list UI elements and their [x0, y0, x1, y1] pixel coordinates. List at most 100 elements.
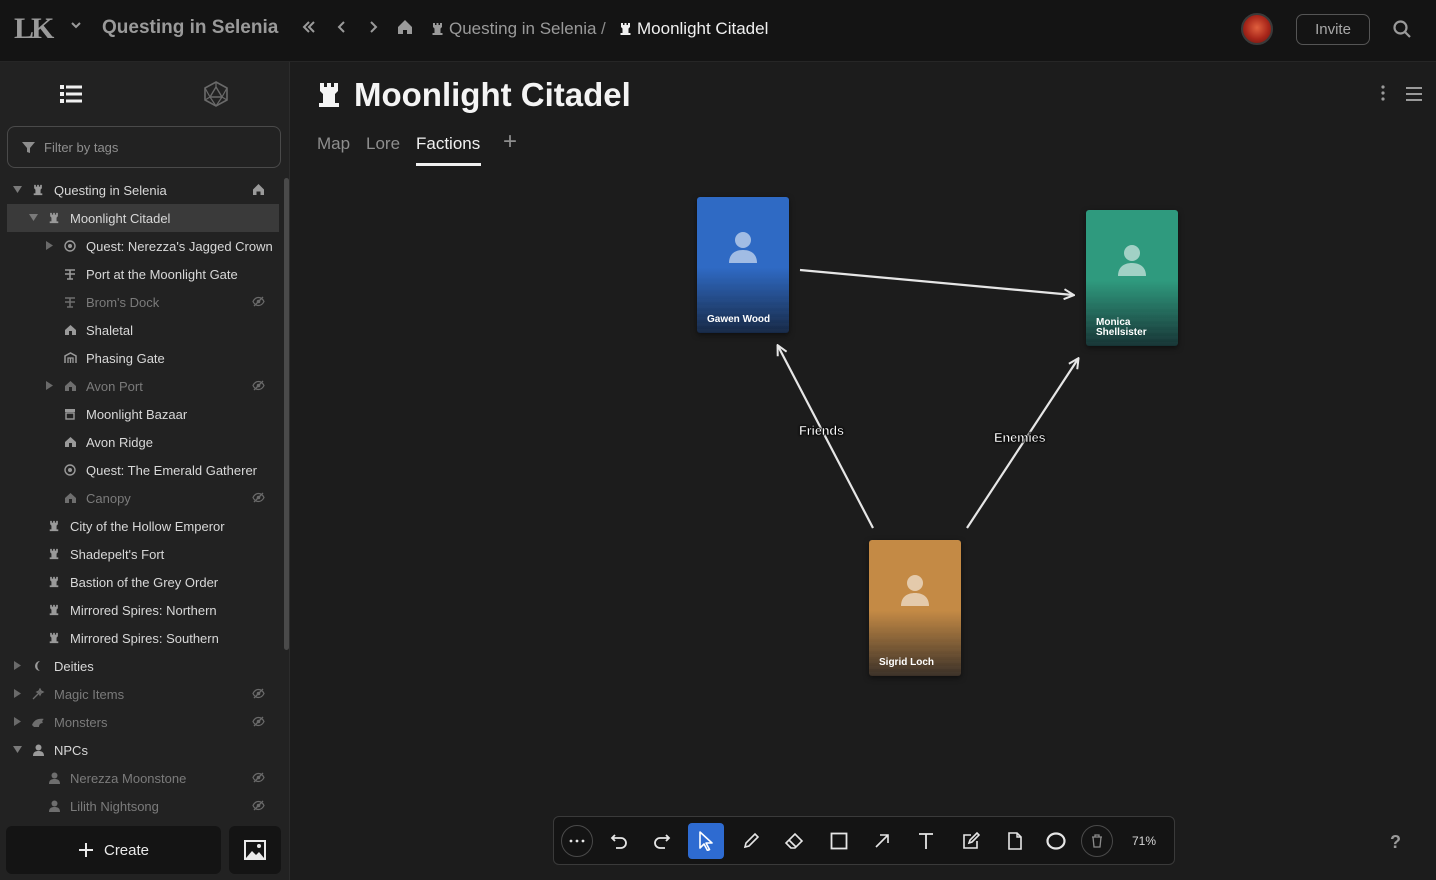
sidebar-item-monsters[interactable]: Monsters [0, 708, 283, 736]
tab-factions[interactable]: Factions [416, 134, 480, 154]
sidebar-item-mirrored-spires-southern[interactable]: Mirrored Spires: Southern [0, 624, 283, 652]
sidebar-item-magic-items[interactable]: Magic Items [0, 680, 283, 708]
sidebar-item-phasing-gate[interactable]: Phasing Gate [0, 344, 283, 372]
home-icon[interactable] [252, 183, 265, 199]
user-avatar[interactable] [1241, 13, 1273, 45]
sidebar-item-bastion-of-the-grey-order[interactable]: Bastion of the Grey Order [0, 568, 283, 596]
zoom-level[interactable]: 71% [1132, 834, 1156, 848]
sidebar-item-canopy[interactable]: Canopy [0, 484, 283, 512]
dice-icon[interactable] [203, 81, 229, 112]
sidebar-item-label: Moonlight Bazaar [86, 406, 188, 422]
breadcrumb-root[interactable]: Questing in Selenia [432, 19, 596, 39]
sidebar-item-nerezza-moonstone[interactable]: Nerezza Moonstone [0, 764, 283, 792]
caret-down-icon[interactable] [12, 745, 22, 755]
tower-icon [47, 519, 61, 533]
hidden-eye-icon[interactable] [252, 491, 265, 507]
edge-gawen-monica[interactable] [799, 268, 1073, 295]
forward-icon[interactable] [367, 18, 379, 43]
sidebar-item-label: Magic Items [54, 686, 125, 702]
app-logo[interactable]: LK [14, 14, 66, 44]
sidebar-item-label: Mirrored Spires: Southern [70, 630, 219, 646]
sidebar-item-city-of-the-hollow-emperor[interactable]: City of the Hollow Emperor [0, 512, 283, 540]
breadcrumb-current[interactable]: Moonlight Citadel [620, 19, 768, 39]
collapse-sidebar-icon[interactable] [300, 18, 318, 43]
eraser-icon[interactable] [776, 823, 812, 859]
sidebar-item-label: Deities [54, 658, 94, 674]
factions-canvas[interactable]: Friends Enemies Gawen Wood Monica Shells… [291, 170, 1436, 880]
tag-filter-input[interactable] [44, 139, 264, 155]
hidden-eye-icon[interactable] [252, 379, 265, 395]
sidebar-scrollbar[interactable] [284, 178, 289, 650]
caret-down-icon[interactable] [28, 213, 38, 223]
note-icon[interactable] [953, 823, 989, 859]
pencil-icon[interactable] [733, 823, 769, 859]
sidebar-item-avon-port[interactable]: Avon Port [0, 372, 283, 400]
sidebar-item-npcs[interactable]: NPCs [0, 736, 283, 764]
home-icon[interactable] [396, 18, 414, 43]
undo-icon[interactable] [601, 823, 637, 859]
redo-icon[interactable] [644, 823, 680, 859]
back-icon[interactable] [336, 18, 348, 43]
ellipse-icon[interactable] [1038, 823, 1074, 859]
hidden-eye-icon[interactable] [252, 687, 265, 703]
chevron-down-icon[interactable] [70, 18, 82, 34]
invite-button[interactable]: Invite [1296, 14, 1370, 45]
caret-right-icon[interactable] [12, 716, 22, 728]
sidebar-item-lilith-nightsong[interactable]: Lilith Nightsong [0, 792, 283, 820]
sidebar-item-questing-in-selenia[interactable]: Questing in Selenia [0, 176, 283, 204]
rectangle-icon[interactable] [821, 823, 857, 859]
caret-right-icon[interactable] [44, 240, 54, 252]
sidebar-item-shadepelt-s-fort[interactable]: Shadepelt's Fort [0, 540, 283, 568]
sidebar-item-label: Mirrored Spires: Northern [70, 602, 217, 618]
npc-card-sigrid-loch[interactable]: Sigrid Loch [869, 540, 961, 676]
top-bar: LK Questing in Selenia Questing in Selen… [0, 0, 1436, 62]
tag-filter-field[interactable] [7, 126, 281, 168]
search-icon[interactable] [1392, 19, 1412, 44]
sidebar-item-label: Avon Port [86, 378, 143, 394]
outline-menu-icon[interactable] [1405, 86, 1423, 107]
npc-card-monica-shellsister[interactable]: Monica Shellsister [1086, 210, 1178, 346]
sidebar-item-mirrored-spires-northern[interactable]: Mirrored Spires: Northern [0, 596, 283, 624]
select-cursor-icon[interactable] [688, 823, 724, 859]
caret-down-icon[interactable] [12, 185, 22, 195]
npc-card-gawen-wood[interactable]: Gawen Wood [697, 197, 789, 333]
list-view-icon[interactable] [60, 84, 82, 109]
sidebar-item-quest-nerezza-s-jagged-crown[interactable]: Quest: Nerezza's Jagged Crown [0, 232, 283, 260]
hidden-eye-icon[interactable] [252, 715, 265, 731]
sidebar-item-moonlight-citadel[interactable]: Moonlight Citadel [7, 204, 279, 232]
tab-map[interactable]: Map [317, 134, 350, 154]
magic-icon [31, 687, 45, 701]
sidebar-item-quest-the-emerald-gatherer[interactable]: Quest: The Emerald Gatherer [0, 456, 283, 484]
sidebar-item-avon-ridge[interactable]: Avon Ridge [0, 428, 283, 456]
text-icon[interactable] [908, 823, 944, 859]
sidebar-item-shaletal[interactable]: Shaletal [0, 316, 283, 344]
navigation-tree: Questing in Selenia Moonlight Citadel Ques… [0, 176, 283, 820]
tab-lore[interactable]: Lore [366, 134, 400, 154]
page-icon[interactable] [997, 823, 1033, 859]
trash-icon[interactable] [1081, 825, 1113, 857]
app-title[interactable]: Questing in Selenia [102, 17, 278, 39]
sidebar-item-label: Lilith Nightsong [70, 798, 159, 814]
tower-icon [47, 211, 61, 225]
add-tab-icon[interactable]: + [503, 128, 517, 156]
sidebar-item-deities[interactable]: Deities [0, 652, 283, 680]
port-icon [63, 295, 77, 309]
image-upload-button[interactable] [229, 826, 281, 874]
help-icon[interactable]: ? [1390, 832, 1401, 853]
more-options-icon[interactable] [1380, 84, 1386, 107]
hidden-eye-icon[interactable] [252, 771, 265, 787]
more-icon[interactable] [561, 825, 593, 857]
caret-right-icon[interactable] [12, 688, 22, 700]
sidebar-item-brom-s-dock[interactable]: Brom's Dock [0, 288, 283, 316]
edge-label-friends[interactable]: Friends [799, 423, 845, 439]
caret-right-icon[interactable] [12, 660, 22, 672]
caret-right-icon[interactable] [44, 380, 54, 392]
create-button[interactable]: Create [6, 826, 221, 874]
hidden-eye-icon[interactable] [252, 295, 265, 311]
sidebar-item-port-at-the-moonlight-gate[interactable]: Port at the Moonlight Gate [0, 260, 283, 288]
sidebar-item-label: Port at the Moonlight Gate [86, 266, 238, 282]
hidden-eye-icon[interactable] [252, 799, 265, 815]
edge-label-enemies[interactable]: Enemies [994, 430, 1046, 446]
arrow-icon[interactable] [864, 823, 900, 859]
sidebar-item-moonlight-bazaar[interactable]: Moonlight Bazaar [0, 400, 283, 428]
